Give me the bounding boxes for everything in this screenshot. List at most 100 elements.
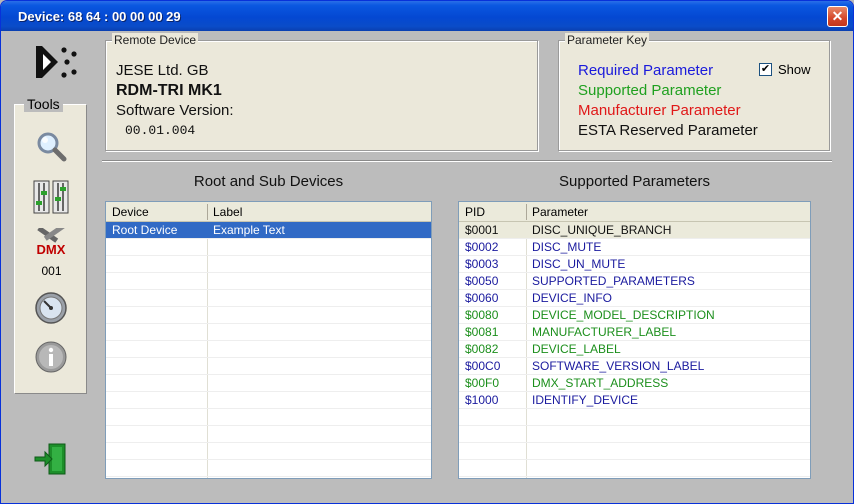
- parameter-pid: $0050: [465, 274, 499, 288]
- parameter-pid: $0082: [465, 342, 499, 356]
- empty-row: [459, 409, 810, 426]
- parameter-pid: $00C0: [465, 359, 501, 373]
- parameter-pid: $0081: [465, 325, 499, 339]
- parameter-pid: $0003: [465, 257, 499, 271]
- parameter-key-legend: Parameter Key: [565, 33, 650, 47]
- device-name: Root Device: [112, 223, 178, 237]
- parameter-key-4: ESTA Reserved Parameter: [578, 122, 758, 139]
- rdm-logo-icon: [36, 46, 77, 78]
- parameter-name: DEVICE_INFO: [532, 291, 613, 305]
- parameter-name: SOFTWARE_VERSION_LABEL: [532, 359, 705, 373]
- sliders-icon: [33, 180, 69, 214]
- parameter-key-1: Required Parameter: [578, 62, 714, 79]
- device-window: Device: 68 64 : 00 00 00 29 ✕ Tools DMX …: [0, 0, 854, 504]
- empty-row: [106, 256, 431, 273]
- parameter-pid: $0080: [465, 308, 499, 322]
- search-tool-button[interactable]: [31, 127, 71, 167]
- parameter-row[interactable]: $1000 IDENTIFY_DEVICE: [459, 392, 810, 409]
- column-header-parameter[interactable]: Parameter: [532, 205, 588, 219]
- parameters-title: Supported Parameters: [559, 173, 710, 190]
- parameter-name: DMX_START_ADDRESS: [532, 376, 669, 390]
- parameter-row[interactable]: $0050 SUPPORTED_PARAMETERS: [459, 273, 810, 290]
- parameter-row[interactable]: $0002 DISC_MUTE: [459, 239, 810, 256]
- remote-device-legend: Remote Device: [112, 33, 199, 47]
- dmx-tool-button[interactable]: DMX: [31, 227, 71, 261]
- parameter-pid: $00F0: [465, 376, 500, 390]
- parameter-row[interactable]: $00C0 SOFTWARE_VERSION_LABEL: [459, 358, 810, 375]
- separator-line: [102, 160, 832, 162]
- devices-title: Root and Sub Devices: [193, 173, 344, 190]
- parameter-row[interactable]: $0003 DISC_UN_MUTE: [459, 256, 810, 273]
- info-icon: [35, 341, 67, 373]
- parameter-name: MANUFACTURER_LABEL: [532, 325, 677, 339]
- title-bar[interactable]: Device: 68 64 : 00 00 00 29 ✕: [1, 1, 853, 31]
- empty-row: [106, 443, 431, 460]
- devices-grid-header: Device Label: [106, 202, 431, 222]
- parameter-name: DISC_UN_MUTE: [532, 257, 626, 271]
- device-row[interactable]: Root Device Example Text: [106, 222, 431, 239]
- parameter-pid: $0002: [465, 240, 499, 254]
- remote-device-group: Remote Device JESE Ltd. GB RDM-TRI MK1 S…: [105, 33, 538, 151]
- device-model: RDM-TRI MK1: [116, 82, 222, 99]
- parameter-name: IDENTIFY_DEVICE: [532, 393, 639, 407]
- software-version-value: 00.01.004: [125, 123, 196, 138]
- parameter-pid: $0001: [465, 223, 499, 237]
- parameter-name: SUPPORTED_PARAMETERS: [532, 274, 695, 288]
- empty-row: [106, 273, 431, 290]
- exit-door-icon[interactable]: [33, 441, 69, 477]
- devices-grid[interactable]: Root Device Example Text Device Label: [105, 201, 432, 479]
- window-content: Tools DMX 001 Remote Device JESE Ltd. GB…: [4, 31, 850, 502]
- empty-row: [106, 426, 431, 443]
- column-header-pid[interactable]: PID: [465, 205, 485, 219]
- gauge-icon: [35, 292, 67, 324]
- empty-row: [459, 426, 810, 443]
- show-checkbox-label: Show: [778, 62, 811, 77]
- window-title: Device: 68 64 : 00 00 00 29: [18, 9, 181, 24]
- parameter-key-3: Manufacturer Parameter: [578, 102, 741, 119]
- gauge-tool-button[interactable]: [31, 288, 71, 328]
- parameter-pid: $1000: [465, 393, 499, 407]
- parameter-row[interactable]: $0060 DEVICE_INFO: [459, 290, 810, 307]
- parameter-name: DEVICE_LABEL: [532, 342, 621, 356]
- empty-row: [106, 460, 431, 477]
- parameter-row[interactable]: $0081 MANUFACTURER_LABEL: [459, 324, 810, 341]
- empty-row: [106, 290, 431, 307]
- empty-row: [106, 239, 431, 256]
- parameters-grid-header: PID Parameter: [459, 202, 810, 222]
- empty-row: [106, 307, 431, 324]
- parameter-name: DEVICE_MODEL_DESCRIPTION: [532, 308, 715, 322]
- parameter-key-2: Supported Parameter: [578, 82, 722, 99]
- parameter-pid: $0060: [465, 291, 499, 305]
- sliders-tool-button[interactable]: [31, 177, 71, 217]
- parameter-row[interactable]: $0080 DEVICE_MODEL_DESCRIPTION: [459, 307, 810, 324]
- empty-row: [459, 443, 810, 460]
- show-checkbox[interactable]: ✔ Show: [759, 62, 811, 77]
- parameter-row[interactable]: $0082 DEVICE_LABEL: [459, 341, 810, 358]
- empty-row: [106, 409, 431, 426]
- empty-row: [106, 341, 431, 358]
- parameter-name: DISC_MUTE: [532, 240, 602, 254]
- empty-row: [459, 460, 810, 477]
- svg-text:DMX: DMX: [37, 242, 66, 257]
- parameter-row[interactable]: $0001 DISC_UNIQUE_BRANCH: [459, 222, 810, 239]
- empty-row: [106, 392, 431, 409]
- close-icon: ✕: [831, 8, 844, 24]
- column-header-device[interactable]: Device: [112, 205, 149, 219]
- info-tool-button[interactable]: [31, 337, 71, 377]
- parameter-name: DISC_UNIQUE_BRANCH: [532, 223, 672, 237]
- device-label: Example Text: [213, 223, 285, 237]
- magnifier-icon: [37, 132, 67, 162]
- column-header-label[interactable]: Label: [213, 205, 242, 219]
- tools-panel: Tools DMX 001: [14, 96, 87, 394]
- empty-row: [106, 324, 431, 341]
- dmx-tools-icon: DMX: [37, 228, 66, 257]
- empty-row: [106, 375, 431, 392]
- software-version-label: Software Version:: [116, 102, 234, 119]
- dmx-address-label: 001: [41, 264, 62, 278]
- parameters-grid[interactable]: $0001 DISC_UNIQUE_BRANCH $0002 DISC_MUTE $00…: [458, 201, 811, 479]
- parameter-key-group: Parameter Key Required Parameter Supporte…: [558, 33, 830, 151]
- close-button[interactable]: ✕: [827, 6, 848, 27]
- tools-label: Tools: [24, 96, 63, 112]
- show-checkbox-box[interactable]: ✔: [759, 63, 772, 76]
- parameter-row[interactable]: $00F0 DMX_START_ADDRESS: [459, 375, 810, 392]
